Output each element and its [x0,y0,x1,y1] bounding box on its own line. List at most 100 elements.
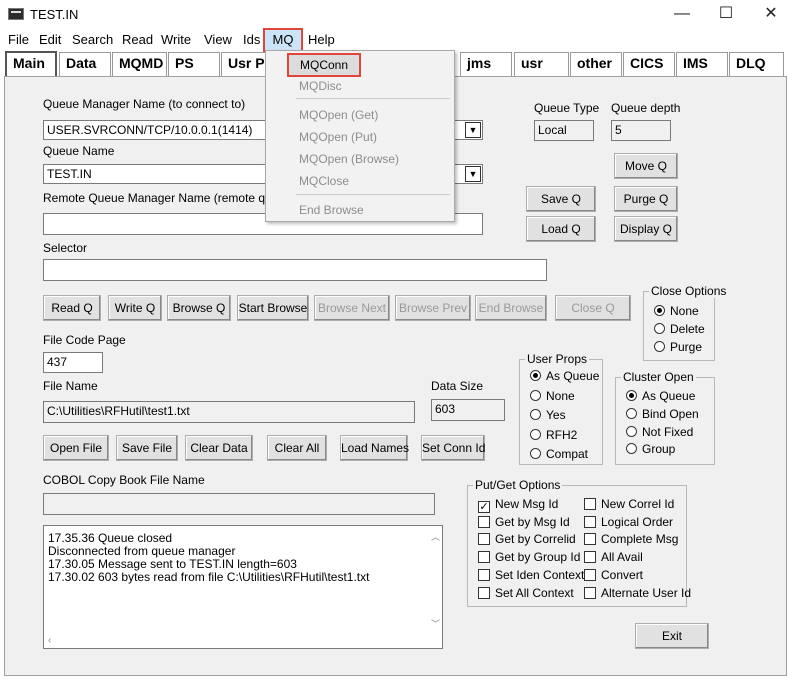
menu-edit[interactable]: Edit [36,32,64,47]
menu-view[interactable]: View [201,32,235,47]
menu-separator [296,98,450,99]
set-conn-id-button[interactable]: Set Conn Id [421,435,485,461]
menu-item-mqopen-put[interactable]: MQOpen (Put) [299,130,377,144]
tab-usr[interactable]: usr [514,52,569,76]
minimize-button[interactable]: — [659,0,705,30]
browse-next-button[interactable]: Browse Next [314,295,390,321]
user-props-title: User Props [525,352,590,366]
tab-main[interactable]: Main [5,51,57,77]
write-q-button[interactable]: Write Q [108,295,162,321]
menu-write[interactable]: Write [158,32,194,47]
menu-separator [296,194,450,195]
new-msg-id-checkbox[interactable]: ✓ New Msg Id [478,497,558,513]
tab-ims[interactable]: IMS [676,52,728,76]
log-textarea[interactable]: 17.35.36 Queue closed Disconnected from … [43,525,443,649]
logical-order-checkbox[interactable]: Logical Order [584,515,673,529]
set-all-context-checkbox[interactable]: Set All Context [478,586,574,600]
close-q-button[interactable]: Close Q [555,295,631,321]
all-avail-checkbox[interactable]: All Avail [584,550,643,564]
save-file-button[interactable]: Save File [116,435,178,461]
queue-dropdown-arrow-icon[interactable]: ▼ [465,166,481,182]
tab-usr-p[interactable]: Usr P [221,52,271,76]
close-delete-radio[interactable]: Delete [654,322,705,336]
queue-depth-label: Queue depth [611,101,681,115]
end-browse-button[interactable]: End Browse [475,295,547,321]
menu-read[interactable]: Read [119,32,156,47]
purge-q-button[interactable]: Purge Q [614,186,678,212]
load-names-button[interactable]: Load Names [340,435,409,461]
menu-item-end-browse[interactable]: End Browse [299,203,364,217]
menu-search[interactable]: Search [69,32,116,47]
user-props-as-queue-radio[interactable]: As Queue [530,369,599,383]
cobol-input[interactable] [43,493,435,515]
user-props-compat-radio[interactable]: Compat [530,447,588,461]
menu-item-mqopen-get[interactable]: MQOpen (Get) [299,108,378,122]
browse-q-button[interactable]: Browse Q [167,295,231,321]
tab-dlq[interactable]: DLQ [729,52,784,76]
save-q-button[interactable]: Save Q [526,186,596,212]
convert-checkbox[interactable]: Convert [584,568,643,582]
file-name-value: C:\Utilities\RFHutil\test1.txt [43,401,415,423]
menu-item-mqdisc[interactable]: MQDisc [299,79,342,93]
complete-msg-checkbox[interactable]: Complete Msg [584,532,678,546]
move-q-button[interactable]: Move Q [614,153,678,179]
get-by-group-id-checkbox[interactable]: Get by Group Id [478,550,580,564]
tab-cics[interactable]: CICS [623,52,675,76]
cluster-as-queue-radio[interactable]: As Queue [626,389,695,403]
browse-prev-button[interactable]: Browse Prev [395,295,471,321]
menu-ids[interactable]: Ids [240,32,263,47]
open-file-button[interactable]: Open File [43,435,109,461]
radio-icon [530,429,541,440]
selector-input[interactable] [43,259,547,281]
cluster-open-group: Cluster Open As Queue Bind Open Not Fixe… [615,370,715,465]
scroll-up-icon[interactable]: ︿ [431,530,440,543]
alternate-user-id-checkbox[interactable]: Alternate User Id [584,586,691,600]
read-q-button[interactable]: Read Q [43,295,101,321]
scroll-left-icon[interactable]: ‹ [48,635,51,646]
tab-other[interactable]: other [570,52,622,76]
tab-jms[interactable]: jms [460,52,512,76]
menu-item-mqclose[interactable]: MQClose [299,174,349,188]
close-none-radio[interactable]: None [654,304,699,318]
checkbox-icon [584,516,596,528]
load-q-button[interactable]: Load Q [526,216,596,242]
checkmark-icon: ✓ [478,501,490,513]
user-props-rfh2-radio[interactable]: RFH2 [530,428,577,442]
remote-qm-label: Remote Queue Manager Name (remote queues [43,191,298,205]
maximize-button[interactable]: ☐ [703,0,749,30]
close-button[interactable]: ✕ [748,0,794,30]
close-purge-radio[interactable]: Purge [654,340,702,354]
tab-data[interactable]: Data [59,52,111,76]
menu-mq[interactable]: MQ [263,28,303,52]
qm-dropdown-arrow-icon[interactable]: ▼ [465,122,481,138]
cluster-not-fixed-radio[interactable]: Not Fixed [626,425,693,439]
menu-help[interactable]: Help [305,32,338,47]
cluster-bind-open-radio[interactable]: Bind Open [626,407,699,421]
get-by-correlid-checkbox[interactable]: Get by Correlid [478,532,576,546]
new-correl-id-checkbox[interactable]: New Correl Id [584,497,674,511]
checkbox-icon [584,569,596,581]
start-browse-button[interactable]: Start Browse [237,295,309,321]
clear-data-button[interactable]: Clear Data [185,435,253,461]
menu-item-mqconn[interactable]: MQConn [287,53,361,77]
display-q-button[interactable]: Display Q [614,216,678,242]
user-props-none-radio[interactable]: None [530,389,575,403]
mq-dropdown-menu: MQConn MQDisc MQOpen (Get) MQOpen (Put) … [265,50,455,222]
cluster-group-radio[interactable]: Group [626,442,675,456]
checkbox-icon [584,498,596,510]
user-props-yes-radio[interactable]: Yes [530,408,566,422]
get-by-msg-id-checkbox[interactable]: Get by Msg Id [478,515,570,529]
file-code-page-input[interactable]: 437 [43,352,103,373]
clear-all-button[interactable]: Clear All [267,435,327,461]
scroll-down-icon[interactable]: ﹀ [431,617,440,630]
tab-ps[interactable]: PS [168,52,220,76]
exit-button[interactable]: Exit [635,623,709,649]
tab-mqmd[interactable]: MQMD [112,52,167,76]
menu-item-mqopen-browse[interactable]: MQOpen (Browse) [299,152,399,166]
radio-selected-icon [626,390,637,401]
app-icon [8,8,24,20]
set-iden-context-checkbox[interactable]: Set Iden Context [478,568,584,582]
menu-file[interactable]: File [5,32,32,47]
radio-icon [530,409,541,420]
close-options-group: Close Options None Delete Purge [643,284,729,361]
